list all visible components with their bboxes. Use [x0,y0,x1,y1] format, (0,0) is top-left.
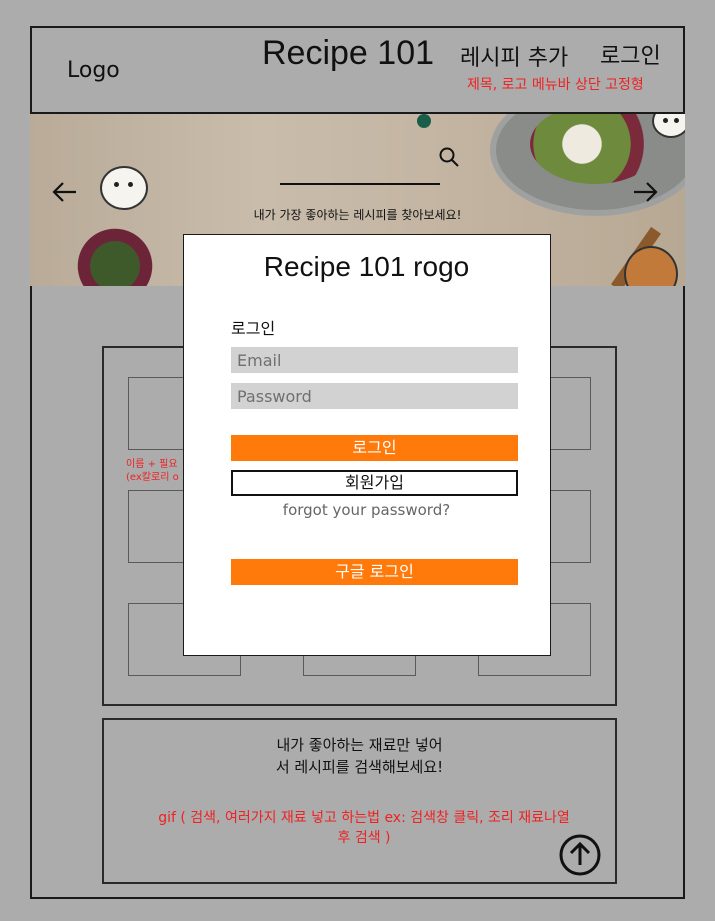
forgot-password-link[interactable]: forgot your password? [184,501,549,519]
ingredient-search-annotation: gif ( 검색, 여러가지 재료 넣고 하는법 ex: 검색창 클릭, 조리 … [134,808,594,848]
nav-add-recipe[interactable]: 레시피 추가 [460,40,568,72]
nav-login[interactable]: 로그인 [600,38,661,70]
mascot-character [100,166,148,210]
arrow-right-icon[interactable] [632,178,660,206]
search-icon[interactable] [438,146,460,168]
search-underline[interactable] [280,183,440,185]
site-logo[interactable]: Logo [67,58,120,83]
ingredient-search-section: 내가 좋아하는 재료만 넣어 서 레시피를 검색해보세요! gif ( 검색, … [102,718,617,884]
password-field[interactable] [231,383,518,409]
login-modal: Recipe 101 rogo 로그인 로그인 회원가입 forgot your… [183,234,551,656]
grid-annotation-line: (ex칼로리 o [126,472,179,483]
header-annotation: 제목, 로고 메뉴바 상단 고정형 [467,77,644,93]
signup-button[interactable]: 회원가입 [231,470,518,496]
grid-annotation: 이름 + 필요 (ex칼로리 o [126,458,179,484]
banner-leaf-image [70,224,160,286]
ingredient-search-heading: 내가 좋아하는 재료만 넣어 서 레시피를 검색해보세요! [104,734,615,778]
annotation-line: gif ( 검색, 여러가지 재료 넣고 하는법 ex: 검색창 클릭, 조리 … [158,810,570,826]
annotation-line: 후 검색 ) [337,830,391,846]
site-title[interactable]: Recipe 101 [262,34,434,73]
banner-tagline: 내가 가장 좋아하는 레시피를 찾아보세요! [253,208,462,222]
heading-line: 내가 좋아하는 재료만 넣어 [276,736,443,754]
scroll-to-top-icon[interactable] [559,834,601,876]
grid-annotation-line: 이름 + 필요 [126,459,178,470]
modal-title: Recipe 101 rogo [263,251,470,282]
heading-line: 서 레시피를 검색해보세요! [275,758,444,776]
email-field[interactable] [231,347,518,373]
login-label: 로그인 [231,319,276,338]
arrow-left-icon[interactable] [50,178,78,206]
banner-dot [417,114,431,128]
google-login-button[interactable]: 구글 로그인 [231,559,518,585]
login-button[interactable]: 로그인 [231,435,518,461]
